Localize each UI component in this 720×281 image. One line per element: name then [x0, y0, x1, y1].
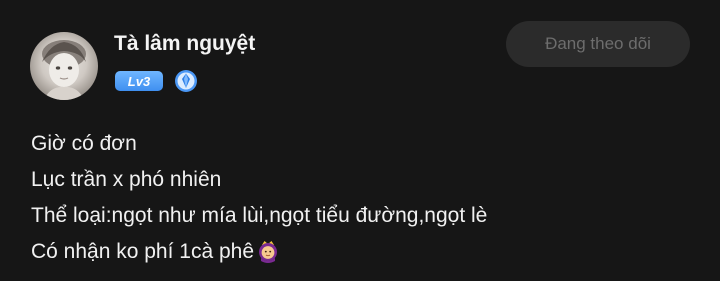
post-content: Giờ có đơn Lục trần x phó nhiên Thể loại…: [31, 126, 487, 270]
content-line: Lục trần x phó nhiên: [31, 168, 222, 191]
avatar[interactable]: [30, 32, 98, 100]
level-badge: Lv3: [115, 71, 163, 91]
badge-row: Lv3: [115, 69, 198, 93]
woman-with-crown-emoji-icon: [259, 241, 278, 263]
rank-diamond-icon: [175, 70, 197, 92]
username[interactable]: Tà lâm nguyệt: [114, 32, 255, 56]
post-card: Tà lâm nguyệt Lv3 Đang theo dõi Giờ có đ…: [0, 0, 720, 281]
following-button[interactable]: Đang theo dõi: [506, 21, 690, 67]
content-line: Thể loại:ngọt như mía lùi,ngọt tiểu đườn…: [31, 204, 488, 227]
content-line-last: Có nhận ko phí 1cà phê: [31, 234, 487, 270]
content-line: Giờ có đơn: [31, 132, 137, 155]
content-line-text: Có nhận ko phí 1cà phê: [31, 240, 255, 263]
